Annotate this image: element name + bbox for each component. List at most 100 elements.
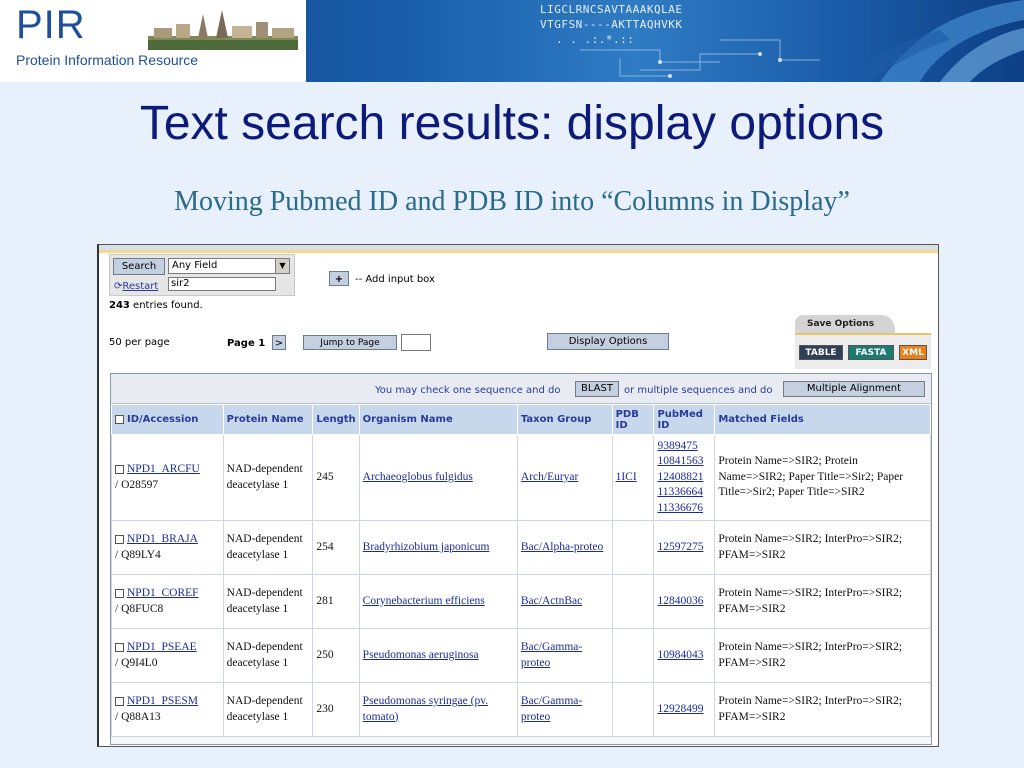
display-options-button[interactable]: Display Options	[547, 333, 669, 350]
pubmed-link[interactable]: 9389475	[657, 440, 697, 452]
taxon-link[interactable]: Bac/Alpha-proteo	[521, 541, 603, 553]
jump-to-page-button[interactable]: Jump to Page	[303, 335, 397, 350]
circuit-decoration-icon	[580, 39, 820, 78]
cell-protein: NAD-dependent deacetylase 1	[222, 520, 314, 575]
accession: / Q8FUC8	[115, 602, 164, 615]
entry-id-link[interactable]: NPD1_BRAJA	[127, 533, 198, 545]
slide-subtitle: Moving Pubmed ID and PDB ID into “Column…	[174, 186, 850, 217]
col-length[interactable]: Length	[312, 404, 360, 435]
entries-count: 243	[109, 300, 130, 311]
cell-pubmed: 9389475 10841563 12408821 11336664 11336…	[653, 434, 716, 521]
table-row: NPD1_BRAJA / Q89LY4 NAD-dependent deacety…	[111, 520, 931, 575]
chevron-down-icon[interactable]: ▼	[275, 259, 289, 273]
cell-organism: Pseudomonas syringae (pv. tomato)	[358, 682, 518, 737]
cell-organism: Bradyrhizobium japonicum	[358, 520, 518, 575]
accent-line	[99, 250, 938, 253]
pubmed-link[interactable]: 12840036	[657, 595, 703, 607]
organism-link[interactable]: Corynebacterium efficiens	[363, 595, 485, 607]
save-options-tab[interactable]: Save Options	[795, 315, 895, 333]
field-select[interactable]: Any Field ▼	[168, 258, 290, 274]
cell-taxon: Bac/Alpha-proteo	[516, 520, 613, 575]
cell-id: NPD1_ARCFU / O28597	[111, 434, 224, 521]
table-row: NPD1_COREF / Q8FUC8 NAD-dependent deacety…	[111, 574, 931, 629]
col-organism-name[interactable]: Organism Name	[358, 404, 518, 435]
alignment-hint: or multiple sequences and do	[624, 385, 773, 396]
search-button[interactable]: Search	[113, 258, 165, 275]
pubmed-link[interactable]: 11336664	[657, 486, 703, 498]
col-id-accession[interactable]: ID/Accession	[111, 404, 224, 435]
save-fasta-button[interactable]: FASTA	[848, 345, 894, 360]
blast-button[interactable]: BLAST	[575, 381, 619, 397]
cell-matched: Protein Name=>SIR2; InterPro=>SIR2; PFAM…	[714, 682, 931, 737]
cell-protein: NAD-dependent deacetylase 1	[222, 628, 314, 683]
cell-pdb	[611, 520, 655, 575]
cell-pdb	[611, 628, 655, 683]
page-number-input[interactable]	[401, 334, 431, 351]
pdb-link[interactable]: 1ICI	[616, 471, 637, 483]
col-protein-name[interactable]: Protein Name	[222, 404, 314, 435]
entry-id-link[interactable]: NPD1_COREF	[127, 587, 199, 599]
organism-link[interactable]: Pseudomonas aeruginosa	[363, 649, 479, 661]
col-pubmed-id[interactable]: PubMed ID	[653, 404, 716, 435]
cell-id: NPD1_BRAJA / Q89LY4	[111, 520, 224, 575]
row-checkbox[interactable]	[115, 696, 124, 706]
restart-link[interactable]: ⟳Restart	[114, 281, 158, 292]
pubmed-link[interactable]: 10984043	[657, 649, 703, 661]
row-checkbox[interactable]	[115, 588, 124, 598]
cell-matched: Protein Name=>SIR2; Protein Name=>SIR2; …	[714, 434, 931, 521]
entry-id-link[interactable]: NPD1_PSESM	[127, 695, 198, 707]
pir-logo-subtitle: Protein Information Resource	[16, 52, 199, 68]
cell-length: 281	[312, 574, 360, 629]
entry-id-link[interactable]: NPD1_PSEAE	[127, 641, 197, 653]
multiple-alignment-button[interactable]: Multiple Alignment	[783, 381, 925, 397]
restart-label: Restart	[122, 281, 159, 292]
save-xml-button[interactable]: XML	[899, 345, 927, 360]
cell-protein: NAD-dependent deacetylase 1	[222, 434, 314, 521]
blast-hint: You may check one sequence and do	[375, 385, 561, 396]
accession: / Q89LY4	[115, 548, 161, 561]
table-row: NPD1_PSESM / Q88A13 NAD-dependent deacety…	[111, 682, 931, 737]
cell-organism: Corynebacterium efficiens	[358, 574, 518, 629]
taxon-link[interactable]: Bac/Gamma-proteo	[521, 695, 582, 723]
cell-organism: Pseudomonas aeruginosa	[358, 628, 518, 683]
next-page-button[interactable]: >	[272, 335, 286, 350]
organism-link[interactable]: Pseudomonas syringae (pv. tomato)	[363, 695, 488, 723]
taxon-link[interactable]: Arch/Euryar	[521, 471, 578, 483]
col-label: ID/Accession	[127, 414, 199, 425]
entry-id-link[interactable]: NPD1_ARCFU	[127, 463, 200, 475]
page-label: Page 1	[227, 338, 266, 349]
table-header-row: ID/Accession Protein Name Length Organis…	[111, 404, 931, 435]
select-all-checkbox[interactable]	[115, 414, 124, 424]
pubmed-link[interactable]: 12408821	[657, 471, 703, 483]
alignment-bar: You may check one sequence and do BLAST …	[111, 374, 931, 404]
search-panel: Search Any Field ▼ ⟳Restart sir2	[109, 254, 295, 296]
add-input-button[interactable]: +	[329, 271, 349, 286]
pubmed-link[interactable]: 12597275	[657, 541, 703, 553]
taxon-link[interactable]: Bac/ActnBac	[521, 595, 582, 607]
pubmed-link[interactable]: 12928499	[657, 703, 703, 715]
table-row: NPD1_ARCFU / O28597 NAD-dependent deacety…	[111, 434, 931, 521]
pubmed-link[interactable]: 11336676	[657, 502, 703, 514]
cell-pdb: 1ICI	[611, 434, 655, 521]
row-checkbox[interactable]	[115, 642, 124, 652]
col-matched-fields[interactable]: Matched Fields	[714, 404, 931, 435]
cell-matched: Protein Name=>SIR2; InterPro=>SIR2; PFAM…	[714, 628, 931, 683]
organism-link[interactable]: Bradyrhizobium japonicum	[363, 541, 490, 553]
row-checkbox[interactable]	[115, 464, 124, 474]
col-taxon-group[interactable]: Taxon Group	[516, 404, 613, 435]
cell-id: NPD1_PSEAE / Q9I4L0	[111, 628, 224, 683]
row-checkbox[interactable]	[115, 534, 124, 544]
cell-protein: NAD-dependent deacetylase 1	[222, 574, 314, 629]
pubmed-link[interactable]: 10841563	[657, 455, 703, 467]
organism-link[interactable]: Archaeoglobus fulgidus	[363, 471, 473, 483]
field-select-value: Any Field	[172, 260, 218, 271]
save-table-button[interactable]: TABLE	[799, 345, 843, 360]
taxon-link[interactable]: Bac/Gamma-proteo	[521, 641, 582, 669]
city-skyline-icon	[148, 10, 298, 50]
per-page-label: 50 per page	[109, 337, 170, 348]
cell-id: NPD1_PSESM / Q88A13	[111, 682, 224, 737]
add-input-label: -- Add input box	[355, 274, 435, 285]
col-pdb-id[interactable]: PDB ID	[611, 404, 655, 435]
pir-banner: PIR Protein Information Resource LIGCLRN…	[0, 0, 1024, 82]
search-input[interactable]: sir2	[168, 277, 276, 291]
